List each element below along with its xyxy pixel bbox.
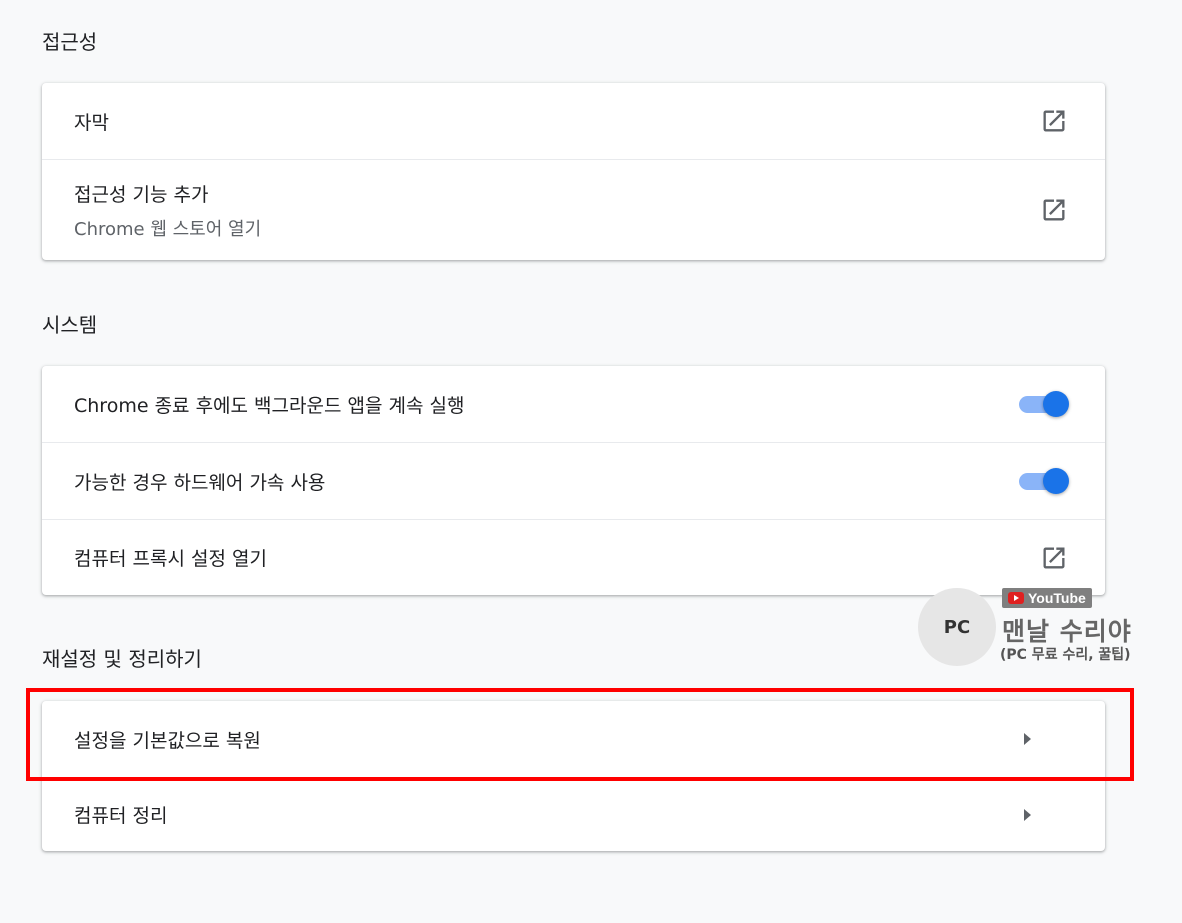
toggle-knob <box>1043 468 1069 494</box>
background-apps-row[interactable]: Chrome 종료 후에도 백그라운드 앱을 계속 실행 <box>42 366 1105 442</box>
restore-defaults-row[interactable]: 설정을 기본값으로 복원 <box>42 701 1105 777</box>
restore-defaults-label: 설정을 기본값으로 복원 <box>74 729 261 752</box>
watermark: PC YouTube 맨날 수리야 (PC 무료 수리, 꿀팁) <box>918 588 1150 668</box>
captions-row[interactable]: 자막 <box>42 83 1105 159</box>
add-accessibility-features-label: 접근성 기능 추가 <box>74 183 209 206</box>
proxy-settings-label: 컴퓨터 프록시 설정 열기 <box>74 548 267 570</box>
open-in-new-icon[interactable] <box>1040 544 1068 572</box>
computer-cleanup-label: 컴퓨터 정리 <box>74 805 168 827</box>
open-in-new-icon[interactable] <box>1040 107 1068 135</box>
hardware-acceleration-row[interactable]: 가능한 경우 하드웨어 가속 사용 <box>42 442 1105 519</box>
section-title-accessibility: 접근성 <box>42 30 98 54</box>
watermark-name: 맨날 수리야 <box>1002 617 1132 646</box>
watermark-subtitle: (PC 무료 수리, 꿀팁) <box>1000 647 1131 663</box>
computer-cleanup-row[interactable]: 컴퓨터 정리 <box>42 777 1105 851</box>
youtube-play-icon <box>1008 592 1024 604</box>
system-card: Chrome 종료 후에도 백그라운드 앱을 계속 실행 가능한 경우 하드웨어… <box>42 366 1105 595</box>
proxy-settings-row[interactable]: 컴퓨터 프록시 설정 열기 <box>42 519 1105 595</box>
reset-card: 설정을 기본값으로 복원 컴퓨터 정리 <box>42 701 1105 851</box>
background-apps-toggle[interactable] <box>1019 390 1071 418</box>
chrome-web-store-sublabel: Chrome 웹 스토어 열기 <box>74 218 262 240</box>
hardware-acceleration-toggle[interactable] <box>1019 467 1071 495</box>
hardware-acceleration-label: 가능한 경우 하드웨어 가속 사용 <box>74 471 326 494</box>
section-title-reset: 재설정 및 정리하기 <box>42 647 202 671</box>
youtube-badge: YouTube <box>1002 588 1092 608</box>
accessibility-card: 자막 접근성 기능 추가 Chrome 웹 스토어 열기 <box>42 83 1105 260</box>
add-accessibility-features-row[interactable]: 접근성 기능 추가 Chrome 웹 스토어 열기 <box>42 159 1105 260</box>
open-in-new-icon[interactable] <box>1040 196 1068 224</box>
section-title-system: 시스템 <box>42 313 98 337</box>
watermark-logo: PC <box>918 588 996 666</box>
arrow-right-icon <box>1024 808 1031 821</box>
background-apps-label: Chrome 종료 후에도 백그라운드 앱을 계속 실행 <box>74 394 465 417</box>
toggle-knob <box>1043 391 1069 417</box>
arrow-right-icon <box>1024 733 1031 745</box>
captions-label: 자막 <box>74 111 109 134</box>
